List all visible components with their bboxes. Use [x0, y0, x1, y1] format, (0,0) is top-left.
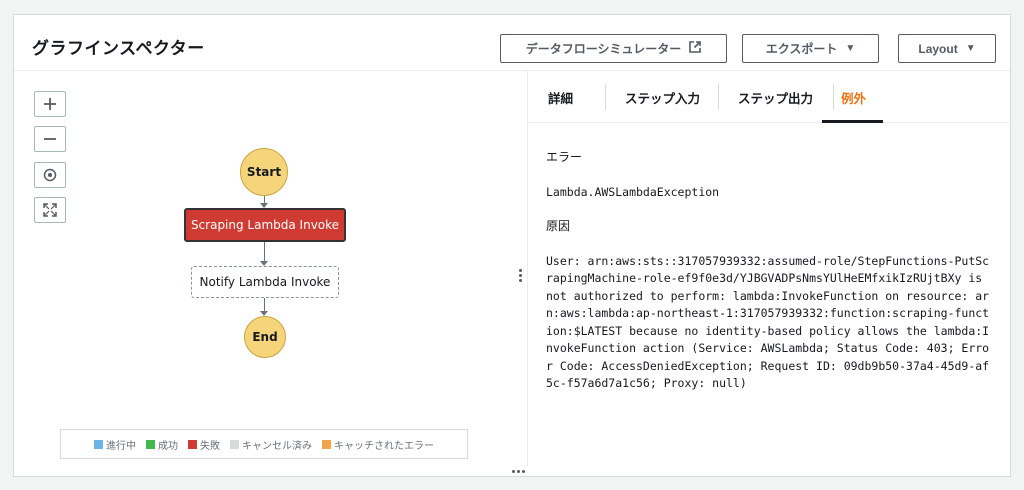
legend-label: 成功	[158, 440, 178, 452]
edge-line	[264, 242, 265, 262]
expand-icon	[43, 203, 57, 217]
start-node[interactable]: Start	[240, 148, 288, 196]
target-icon	[43, 168, 57, 182]
tab-bar: 詳細 ステップ入力 ステップ出力 例外	[528, 71, 1011, 123]
error-label: エラー	[546, 150, 583, 164]
edge-line	[264, 298, 265, 312]
legend-item: 失敗	[188, 437, 220, 452]
legend-item: キャッチされたエラー	[322, 437, 434, 452]
graph-inspector-panel: グラフインスペクター データフローシミュレーター エクスポート ▼ Layout…	[13, 14, 1011, 477]
legend-item: キャンセル済み	[230, 437, 312, 452]
legend-swatch	[188, 439, 197, 449]
panel-header: グラフインスペクター データフローシミュレーター エクスポート ▼ Layout…	[14, 15, 1010, 71]
panel-body: Start Scraping Lambda Invoke Notify Lamb…	[14, 71, 1011, 466]
exception-content: エラー Lambda.AWSLambdaException 原因 User: a…	[546, 149, 996, 410]
data-flow-simulator-label: データフローシミュレーター	[525, 42, 682, 56]
fit-view-button[interactable]	[34, 197, 66, 223]
legend-item: 成功	[146, 437, 178, 452]
tab-step-output[interactable]: ステップ出力	[738, 71, 813, 123]
legend-swatch	[322, 439, 331, 449]
graph-canvas[interactable]: Start Scraping Lambda Invoke Notify Lamb…	[14, 71, 514, 466]
tab-step-input[interactable]: ステップ入力	[625, 71, 700, 123]
data-flow-simulator-button[interactable]: データフローシミュレーター	[500, 34, 727, 63]
external-link-icon	[689, 41, 702, 56]
end-node[interactable]: End	[244, 316, 286, 358]
page-title: グラフインスペクター	[32, 39, 205, 59]
zoom-out-button[interactable]	[34, 126, 66, 152]
legend-label: キャンセル済み	[242, 440, 312, 452]
caret-down-icon: ▼	[965, 43, 976, 54]
detail-panel: 詳細 ステップ入力 ステップ出力 例外 エラー Lambda.AWSLambda…	[527, 71, 1011, 466]
tab-exception[interactable]: 例外	[841, 71, 866, 123]
legend-item: 進行中	[94, 437, 136, 452]
zoom-in-button[interactable]	[34, 91, 66, 117]
legend-swatch	[94, 439, 103, 449]
center-button[interactable]	[34, 162, 66, 188]
scraping-lambda-node[interactable]: Scraping Lambda Invoke	[184, 208, 346, 242]
notify-lambda-node[interactable]: Notify Lambda Invoke	[191, 266, 339, 298]
tab-details[interactable]: 詳細	[548, 71, 573, 123]
error-value: Lambda.AWSLambdaException	[546, 184, 720, 199]
active-tab-indicator	[822, 120, 883, 123]
layout-button[interactable]: Layout ▼	[898, 34, 996, 63]
tab-separator	[833, 84, 834, 110]
layout-label: Layout	[918, 41, 958, 56]
caret-down-icon: ▼	[845, 43, 856, 54]
legend-label: 失敗	[200, 440, 220, 452]
resize-handle[interactable]	[519, 269, 523, 282]
tab-separator	[718, 84, 719, 110]
legend-label: キャッチされたエラー	[334, 440, 434, 452]
legend-swatch	[146, 439, 155, 449]
export-label: エクスポート	[765, 42, 838, 56]
cause-value: User: arn:aws:sts::317057939332:assumed-…	[546, 253, 990, 391]
status-legend: 進行中 成功 失敗 キャンセル済み キャッチされたエラー	[60, 429, 468, 459]
minus-icon	[44, 138, 56, 140]
legend-label: 進行中	[106, 440, 136, 452]
legend-swatch	[230, 439, 239, 449]
tab-separator	[605, 84, 606, 110]
export-button[interactable]: エクスポート ▼	[742, 34, 879, 63]
plus-icon	[44, 98, 56, 110]
cause-label: 原因	[546, 219, 571, 233]
bottom-resize-handle[interactable]	[512, 470, 525, 473]
